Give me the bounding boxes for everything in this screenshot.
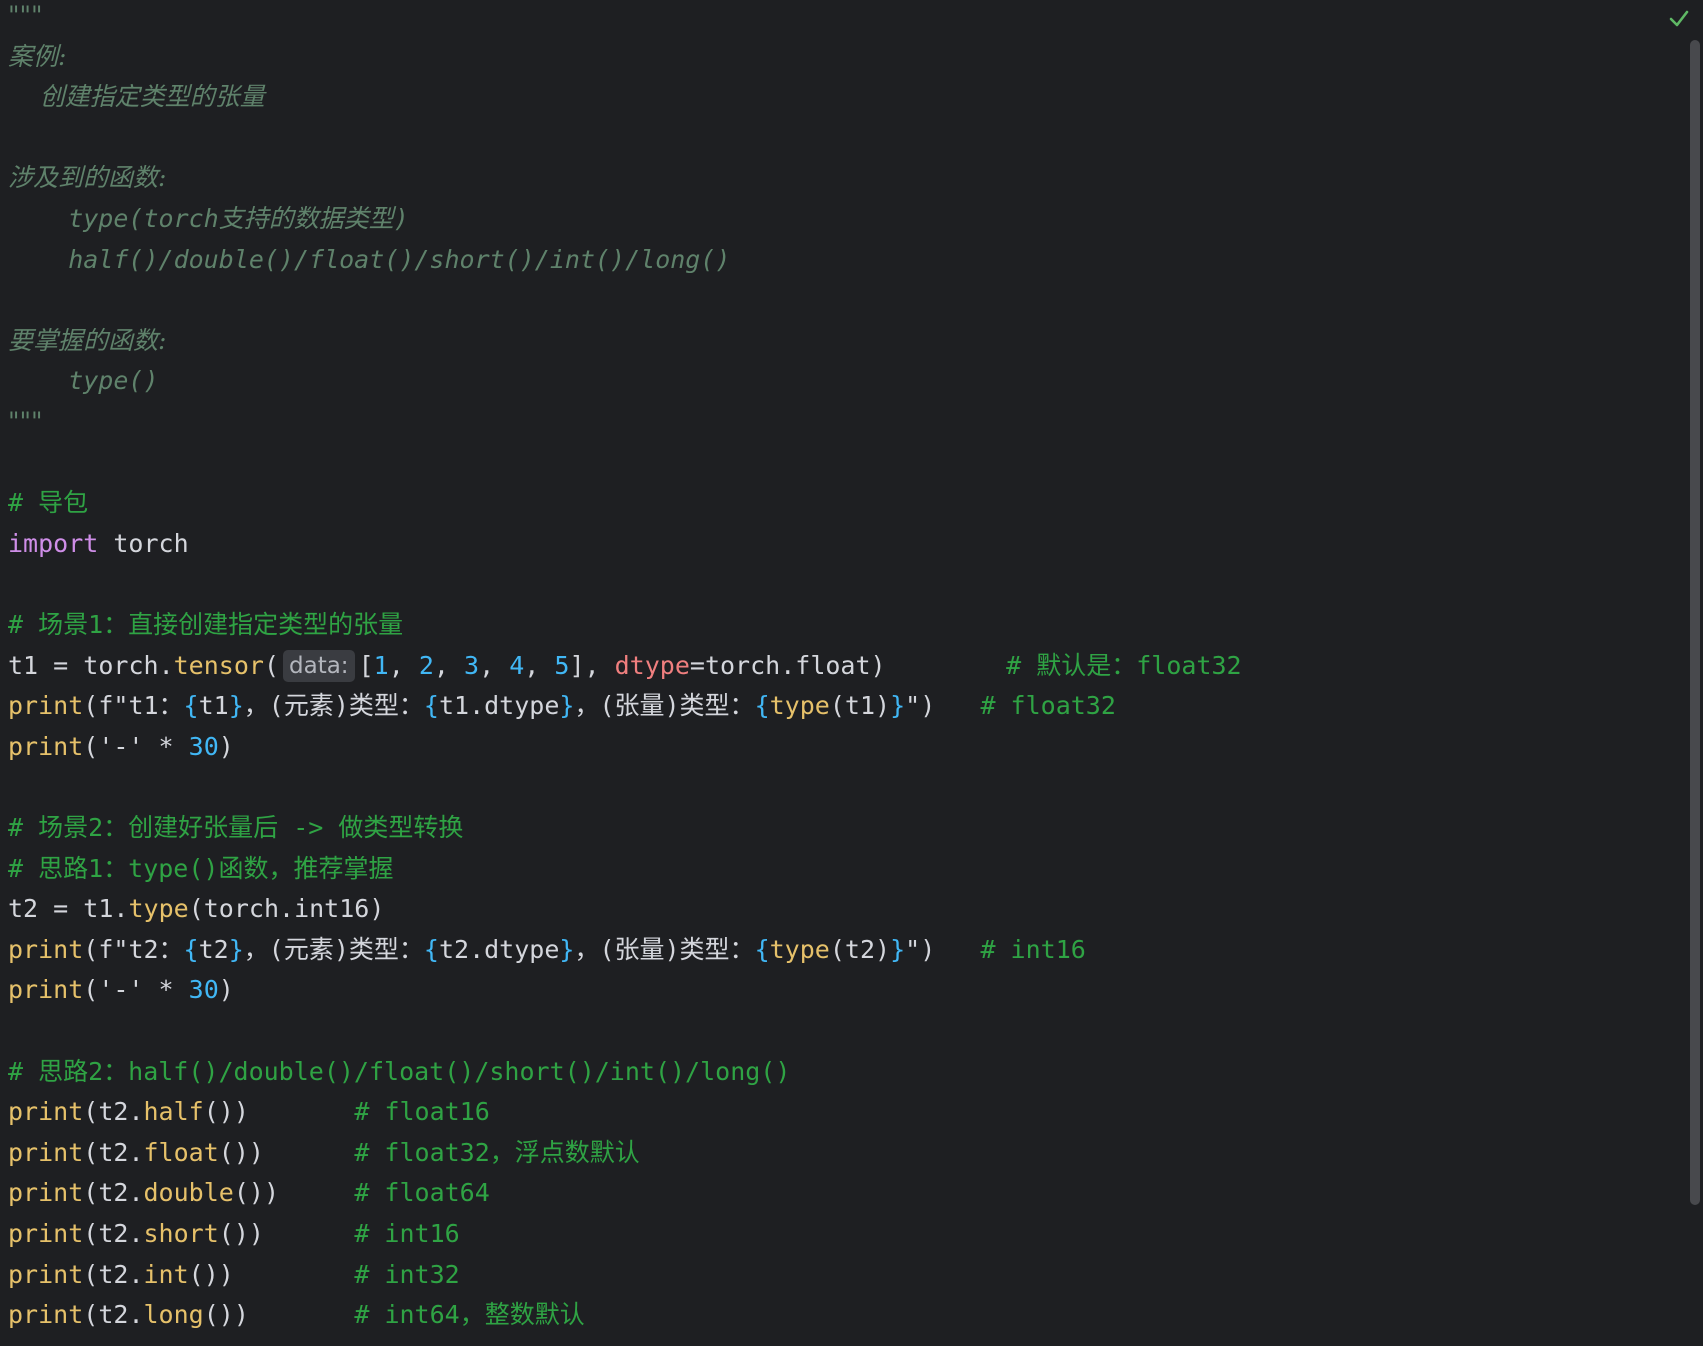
code-line[interactable]: t1 = torch.tensor(data: [1, 2, 3, 4, 5], … [0,646,1688,686]
code-line[interactable] [0,118,1688,158]
vertical-scrollbar[interactable] [1690,40,1700,1205]
code-editor[interactable]: """ 案例: 创建指定类型的张量 涉及到的函数: type(torch支持的数据类… [0,0,1703,1346]
code-line[interactable]: 要掌握的函数: [0,321,1688,361]
code-line[interactable]: # 场景1：直接创建指定类型的张量 [0,605,1688,645]
code-line[interactable]: print('-' * 30) [0,970,1688,1010]
docstring-text: """ [8,1,43,30]
code-line[interactable]: print(t2.half()) # float16 [0,1092,1688,1132]
code-line[interactable] [0,767,1688,807]
code-line[interactable] [0,443,1688,483]
code-line[interactable]: half()/double()/float()/short()/int()/lo… [0,240,1688,280]
docstring-text: 案例: [8,41,67,71]
code-line[interactable]: print(t2.double()) # float64 [0,1173,1688,1213]
docstring-text: half()/double()/float()/short()/int()/lo… [8,244,731,274]
docstring-text: type(torch支持的数据类型) [8,204,409,233]
code-line[interactable]: t2 = t1.type(torch.int16) [0,889,1688,929]
code-line[interactable]: type() [0,361,1688,401]
code-line[interactable]: # 思路1：type()函数，推荐掌握 [0,849,1688,889]
code-line[interactable] [0,564,1688,604]
docstring-text: """ [8,407,43,436]
code-line[interactable]: print(f"t1：{t1}，(元素)类型：{t1.dtype}，(张量)类型… [0,686,1688,726]
code-line[interactable]: # 思路2：half()/double()/float()/short()/in… [0,1052,1688,1092]
code-line[interactable]: 创建指定类型的张量 [0,77,1688,117]
code-line[interactable]: print('-' * 30) [0,727,1688,767]
code-line[interactable]: print(t2.float()) # float32，浮点数默认 [0,1133,1688,1173]
code-line[interactable]: # 导包 [0,483,1688,523]
code-line[interactable]: print(t2.int()) # int32 [0,1255,1688,1295]
docstring-text: 创建指定类型的张量 [8,82,265,112]
code-line[interactable]: print(t2.short()) # int16 [0,1214,1688,1254]
code-line[interactable]: # 场景2：创建好张量后 -> 做类型转换 [0,808,1688,848]
code-line[interactable]: """ [0,402,1688,442]
code-line[interactable]: type(torch支持的数据类型) [0,199,1688,239]
parameter-hint: data: [283,649,355,682]
code-line[interactable] [0,1011,1688,1051]
code-line[interactable]: 涉及到的函数: [0,158,1688,198]
check-icon [1669,10,1689,27]
code-line[interactable]: """ [0,0,1688,36]
code-line[interactable]: 案例: [0,37,1688,77]
code-line[interactable]: print(t2.long()) # int64，整数默认 [0,1295,1688,1335]
docstring-text: 要掌握的函数: [8,325,167,355]
docstring-text: type() [8,366,159,396]
code-line[interactable]: print(f"t2：{t2}，(元素)类型：{t2.dtype}，(张量)类型… [0,930,1688,970]
docstring-text: 涉及到的函数: [8,163,167,193]
code-line[interactable] [0,280,1688,320]
code-line[interactable]: import torch [0,524,1688,564]
